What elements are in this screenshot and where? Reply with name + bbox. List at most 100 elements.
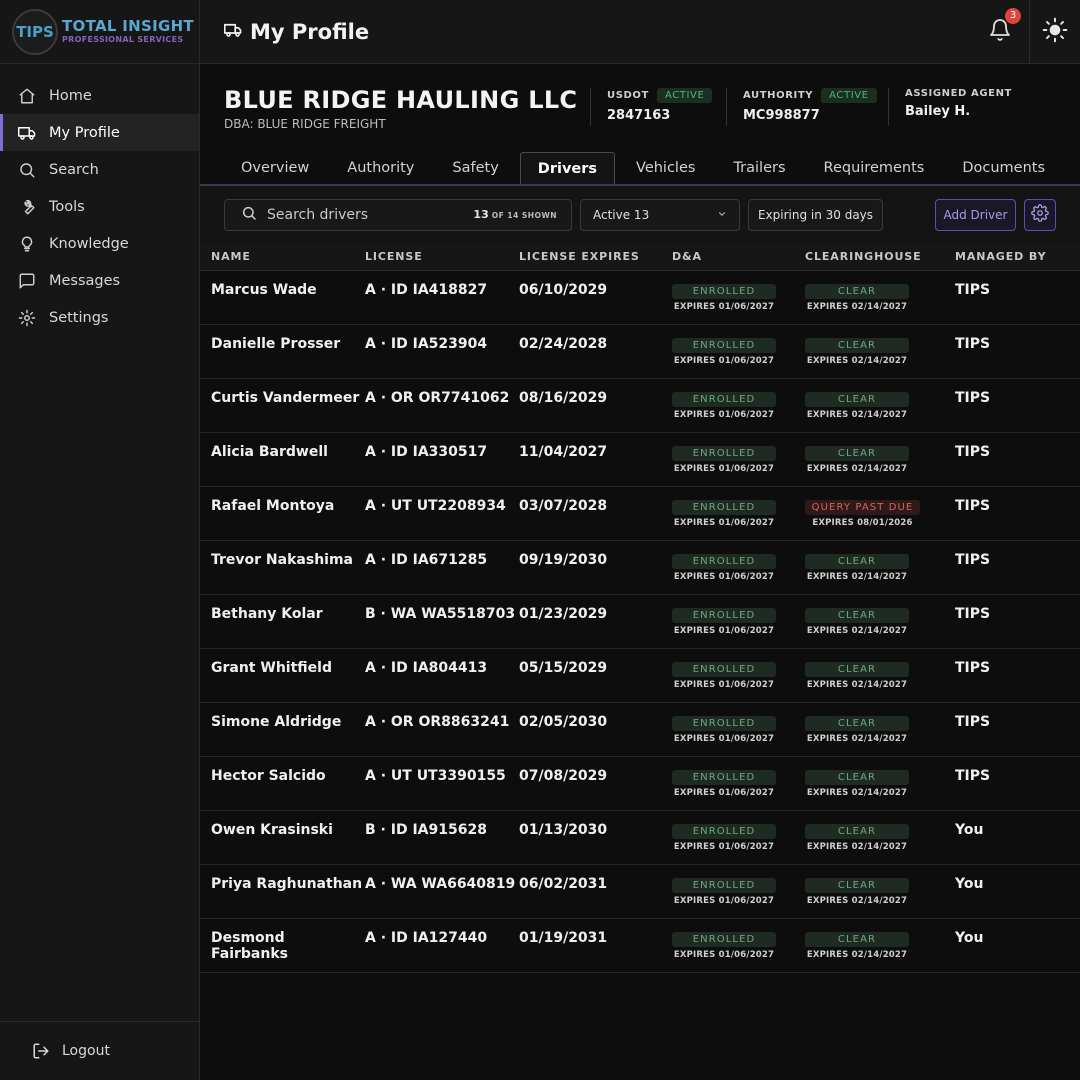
- tab-requirements[interactable]: Requirements: [807, 152, 942, 184]
- da-status-badge: ENROLLED: [672, 554, 776, 569]
- column-header-da[interactable]: D&A: [672, 250, 805, 263]
- cell-clearinghouse: CLEAR EXPIRES 02/14/2027: [805, 379, 955, 420]
- clearinghouse-status-badge: CLEAR: [805, 284, 909, 299]
- search-icon: [241, 205, 257, 225]
- table-row[interactable]: Desmond Fairbanks A · ID IA127440 01/19/20…: [200, 919, 1080, 973]
- cell-license: A · OR OR8863241: [365, 703, 519, 730]
- status-filter-select[interactable]: Active 13: [580, 198, 740, 231]
- driver-name[interactable]: Trevor Nakashima: [211, 541, 365, 568]
- driver-name[interactable]: Owen Krasinski: [211, 811, 365, 838]
- sidebar-item-home[interactable]: Home: [0, 77, 199, 114]
- cell-da: ENROLLED EXPIRES 01/06/2027: [672, 703, 805, 744]
- driver-name[interactable]: Rafael Montoya: [211, 487, 365, 514]
- table-row[interactable]: Curtis Vandermeer A · OR OR7741062 08/16/2…: [200, 379, 1080, 433]
- tab-authority[interactable]: Authority: [330, 152, 431, 184]
- column-header-license-expires[interactable]: LICENSE EXPIRES: [519, 250, 672, 263]
- table-row[interactable]: Hector Salcido A · UT UT3390155 07/08/2029…: [200, 757, 1080, 811]
- sidebar-nav: Home My Profile Search Tools Knowledge Messag…: [0, 64, 199, 336]
- tab-drivers[interactable]: Drivers: [519, 152, 616, 184]
- cell-da: ENROLLED EXPIRES 01/06/2027: [672, 487, 805, 528]
- driver-name[interactable]: Priya Raghunathan: [211, 865, 365, 892]
- search-drivers-input[interactable]: [267, 206, 474, 223]
- da-status-badge: ENROLLED: [672, 446, 776, 461]
- sidebar-item-knowledge[interactable]: Knowledge: [0, 225, 199, 262]
- cell-clearinghouse: CLEAR EXPIRES 02/14/2027: [805, 919, 955, 960]
- table-row[interactable]: Marcus Wade A · ID IA418827 06/10/2029 ENRO…: [200, 271, 1080, 325]
- cell-name: Marcus Wade: [200, 271, 365, 298]
- table-row[interactable]: Priya Raghunathan A · WA WA6640819 06/02/2…: [200, 865, 1080, 919]
- drivers-toolbar: 13OF 14 SHOWN Active 13 Expiring in 30 d…: [200, 186, 1080, 243]
- driver-name[interactable]: Curtis Vandermeer: [211, 379, 365, 406]
- table-row[interactable]: Grant Whitfield A · ID IA804413 05/15/2029…: [200, 649, 1080, 703]
- logout-button[interactable]: Logout: [0, 1021, 199, 1080]
- cell-managed-by: TIPS: [955, 325, 1080, 352]
- driver-name[interactable]: Simone Aldridge: [211, 703, 365, 730]
- tab-overview[interactable]: Overview: [224, 152, 326, 184]
- notifications-button[interactable]: 3: [970, 0, 1030, 64]
- sidebar-item-my-profile[interactable]: My Profile: [0, 114, 199, 151]
- clearinghouse-expiry: EXPIRES 02/14/2027: [806, 626, 908, 636]
- sun-icon: [1042, 17, 1068, 47]
- cell-managed-by: TIPS: [955, 271, 1080, 298]
- table-row[interactable]: Owen Krasinski B · ID IA915628 01/13/2030 E…: [200, 811, 1080, 865]
- clearinghouse-status: CLEAR EXPIRES 02/14/2027: [805, 325, 909, 366]
- cell-da: ENROLLED EXPIRES 01/06/2027: [672, 865, 805, 906]
- sidebar-item-messages[interactable]: Messages: [0, 262, 199, 299]
- expiring-filter-button[interactable]: Expiring in 30 days: [748, 198, 883, 231]
- da-status: ENROLLED EXPIRES 01/06/2027: [672, 811, 776, 852]
- cell-clearinghouse: CLEAR EXPIRES 02/14/2027: [805, 649, 955, 690]
- search-icon: [18, 161, 36, 179]
- company-dba: DBA: BLUE RIDGE FREIGHT: [224, 117, 386, 131]
- table-body: Marcus Wade A · ID IA418827 06/10/2029 ENRO…: [200, 271, 1080, 973]
- license-expiry-date: 05/15/2029: [519, 660, 608, 676]
- theme-toggle-button[interactable]: [1030, 0, 1080, 64]
- license-expiry-date: 01/19/2031: [519, 930, 608, 946]
- clearinghouse-expiry: EXPIRES 02/14/2027: [806, 788, 908, 798]
- company-header: BLUE RIDGE HAULING LLC DBA: BLUE RIDGE F…: [200, 64, 1080, 154]
- da-status: ENROLLED EXPIRES 01/06/2027: [672, 271, 776, 312]
- table-row[interactable]: Bethany Kolar B · WA WA5518703 01/23/2029 E…: [200, 595, 1080, 649]
- add-driver-button[interactable]: Add Driver: [935, 198, 1016, 231]
- driver-name[interactable]: Alicia Bardwell: [211, 433, 365, 460]
- da-status-badge: ENROLLED: [672, 392, 776, 407]
- sidebar-item-settings[interactable]: Settings: [0, 299, 199, 336]
- driver-name[interactable]: Marcus Wade: [211, 271, 365, 298]
- sidebar-item-label: Settings: [49, 309, 109, 326]
- clearinghouse-status-badge: CLEAR: [805, 392, 909, 407]
- driver-name[interactable]: Bethany Kolar: [211, 595, 365, 622]
- table-settings-button[interactable]: [1024, 198, 1056, 231]
- cell-managed-by: TIPS: [955, 595, 1080, 622]
- da-status: ENROLLED EXPIRES 01/06/2027: [672, 919, 776, 960]
- cell-license-expires: 01/13/2030: [519, 811, 672, 838]
- table-row[interactable]: Rafael Montoya A · UT UT2208934 03/07/2028…: [200, 487, 1080, 541]
- table-row[interactable]: Alicia Bardwell A · ID IA330517 11/04/2027…: [200, 433, 1080, 487]
- da-status-badge: ENROLLED: [672, 284, 776, 299]
- tab-trailers[interactable]: Trailers: [716, 152, 802, 184]
- table-row[interactable]: Trevor Nakashima A · ID IA671285 09/19/203…: [200, 541, 1080, 595]
- column-header-managed-by[interactable]: MANAGED BY: [955, 250, 1080, 263]
- table-row[interactable]: Danielle Prosser A · ID IA523904 02/24/202…: [200, 325, 1080, 379]
- column-header-license[interactable]: LICENSE: [365, 250, 519, 263]
- tab-safety[interactable]: Safety: [435, 152, 515, 184]
- authority-label-row: AUTHORITY ACTIVE: [743, 88, 888, 103]
- da-expiry: EXPIRES 01/06/2027: [673, 356, 775, 366]
- column-header-clearinghouse[interactable]: CLEARINGHOUSE: [805, 250, 955, 263]
- cell-clearinghouse: CLEAR EXPIRES 02/14/2027: [805, 541, 955, 582]
- table-row[interactable]: Simone Aldridge A · OR OR8863241 02/05/203…: [200, 703, 1080, 757]
- clearinghouse-status: CLEAR EXPIRES 02/14/2027: [805, 757, 909, 798]
- license-expiry-date: 03/07/2028: [519, 498, 608, 514]
- tab-vehicles[interactable]: Vehicles: [619, 152, 712, 184]
- brand-logo[interactable]: TIPS TOTAL INSIGHT PROFESSIONAL SERVICES: [0, 0, 199, 64]
- license-expiry-date: 01/13/2030: [519, 822, 608, 838]
- driver-name[interactable]: Grant Whitfield: [211, 649, 365, 676]
- cell-license-expires: 02/24/2028: [519, 325, 672, 352]
- column-header-name[interactable]: NAME: [200, 250, 365, 263]
- truck-icon: [223, 20, 250, 44]
- driver-name[interactable]: Danielle Prosser: [211, 325, 365, 352]
- driver-name[interactable]: Hector Salcido: [211, 757, 365, 784]
- tab-documents[interactable]: Documents: [945, 152, 1062, 184]
- driver-name[interactable]: Desmond Fairbanks: [211, 919, 365, 962]
- usdot-block: USDOT ACTIVE 2847163: [590, 88, 726, 126]
- sidebar-item-search[interactable]: Search: [0, 151, 199, 188]
- sidebar-item-tools[interactable]: Tools: [0, 188, 199, 225]
